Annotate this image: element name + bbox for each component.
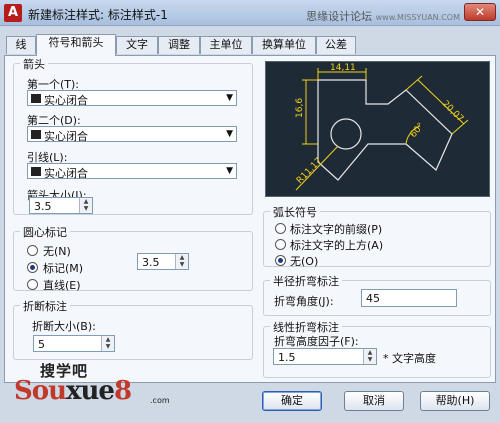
stepper-up-icon[interactable]: ▲ — [176, 254, 188, 261]
stepper-down-icon[interactable]: ▼ — [102, 343, 114, 350]
dimension-break-title: 折断标注 — [20, 298, 70, 314]
first-arrow-dropdown[interactable]: 实心闭合 ▼ — [27, 90, 237, 107]
watermark-text: 思缘设计论坛 — [306, 10, 373, 23]
center-mark-size-value: 3.5 — [142, 256, 160, 269]
center-none-radio[interactable] — [27, 245, 38, 256]
center-mark-size-stepper[interactable]: 3.5 ▲ ▼ — [137, 253, 189, 270]
second-arrow-dropdown[interactable]: 实心闭合 ▼ — [27, 126, 237, 143]
preview-geometry — [317, 79, 453, 181]
dim-angle-text: 60° — [409, 121, 427, 140]
text-height-suffix: * 文字高度 — [383, 352, 436, 365]
arc-prefix-label[interactable]: 标注文字的前缀(P) — [290, 221, 382, 237]
souxue8-logo: 搜学吧 Souxue8 .com — [14, 360, 170, 415]
dim-top-text: 14,11 — [330, 63, 356, 73]
preview-dimensions — [295, 68, 469, 191]
logo-com-text: .com — [150, 396, 170, 405]
site-watermark: 思缘设计论坛 www.MISSYUAN.COM — [306, 8, 460, 24]
arrow-swatch-icon — [31, 94, 41, 103]
autocad-app-icon: A — [4, 4, 22, 22]
stepper-buttons[interactable]: ▲ ▼ — [363, 349, 376, 364]
stepper-down-icon[interactable]: ▼ — [364, 356, 376, 363]
part-outline — [317, 79, 453, 181]
stepper-down-icon[interactable]: ▼ — [176, 261, 188, 268]
chevron-down-icon: ▼ — [226, 93, 233, 103]
logo-part-8: 8 — [113, 376, 132, 406]
stepper-buttons[interactable]: ▲ ▼ — [101, 336, 114, 351]
arrowheads-title: 箭头 — [20, 56, 48, 72]
break-size-value: 5 — [38, 338, 45, 351]
stepper-up-icon[interactable]: ▲ — [102, 336, 114, 343]
watermark-url: www.MISSYUAN.COM — [375, 13, 460, 22]
logo-part-xue: xue — [66, 376, 115, 406]
arc-none-label[interactable]: 无(O) — [290, 253, 318, 269]
close-button[interactable]: ✕ — [464, 3, 496, 21]
leader-arrow-value: 实心闭合 — [44, 167, 88, 180]
center-marks-title: 圆心标记 — [20, 224, 70, 240]
tab-symbols-arrows[interactable]: 符号和箭头 — [36, 34, 116, 56]
part-hole — [330, 118, 362, 150]
arrow-size-value: 3.5 — [34, 200, 52, 213]
stepper-up-icon[interactable]: ▲ — [364, 349, 376, 356]
jog-height-factor-stepper[interactable]: 1.5 ▲ ▼ — [273, 348, 377, 365]
arrowheads-group: 箭头 第一个(T): 实心闭合 ▼ 第二个(D): 实心闭合 ▼ 引线(L): … — [13, 56, 253, 215]
second-arrow-value: 实心闭合 — [44, 130, 88, 143]
stepper-buttons[interactable]: ▲ ▼ — [175, 254, 188, 269]
cancel-button[interactable]: 取消 — [344, 391, 404, 411]
dimension-preview: 14,11 16,6 20,07 60° R11,17 — [265, 61, 490, 197]
arc-prefix-radio[interactable] — [275, 223, 286, 234]
arc-length-title: 弧长符号 — [270, 204, 320, 220]
window-title: 新建标注样式: 标注样式-1 — [28, 8, 168, 22]
tab-lines[interactable]: 线 — [6, 36, 36, 54]
leader-arrow-dropdown[interactable]: 实心闭合 ▼ — [27, 163, 237, 180]
radius-jog-title: 半径折弯标注 — [270, 273, 342, 289]
center-line-radio[interactable] — [27, 279, 38, 290]
break-size-label: 折断大小(B): — [32, 320, 96, 333]
preview-drawing: 14,11 16,6 20,07 60° R11,17 — [295, 63, 469, 191]
tab-fit[interactable]: 调整 — [158, 36, 200, 54]
center-mark-label[interactable]: 标记(M) — [43, 260, 83, 276]
logo-part-sou: Sou — [14, 376, 67, 406]
ok-button[interactable]: 确定 — [262, 391, 322, 411]
jog-angle-value: 45 — [366, 292, 380, 305]
dim-radius-text: R11,17 — [295, 156, 324, 186]
center-line-label[interactable]: 直线(E) — [43, 277, 81, 293]
chevron-down-icon: ▼ — [226, 129, 233, 139]
jog-height-factor-label: 折弯高度因子(F): — [274, 335, 359, 348]
stepper-down-icon[interactable]: ▼ — [80, 205, 92, 212]
tab-text[interactable]: 文字 — [116, 36, 158, 54]
tab-tolerances[interactable]: 公差 — [316, 36, 356, 54]
arrow-swatch-icon — [31, 167, 41, 176]
jog-height-factor-value: 1.5 — [278, 351, 296, 364]
dim-right-text: 20,07 — [440, 99, 465, 124]
arrow-swatch-icon — [31, 130, 41, 139]
help-button[interactable]: 帮助(H) — [420, 391, 490, 411]
break-size-stepper[interactable]: 5 ▲ ▼ — [33, 335, 115, 352]
tab-content-panel: 箭头 第一个(T): 实心闭合 ▼ 第二个(D): 实心闭合 ▼ 引线(L): … — [4, 55, 496, 383]
first-arrow-value: 实心闭合 — [44, 94, 88, 107]
tab-primary-units[interactable]: 主单位 — [200, 36, 252, 54]
stepper-buttons[interactable]: ▲ ▼ — [79, 198, 92, 213]
arc-above-label[interactable]: 标注文字的上方(A) — [290, 237, 383, 253]
chevron-down-icon: ▼ — [226, 166, 233, 176]
dim-left-text: 16,6 — [295, 98, 305, 118]
jog-angle-label: 折弯角度(J): — [274, 295, 334, 308]
tab-alternate-units[interactable]: 换算单位 — [252, 36, 316, 54]
arc-above-radio[interactable] — [275, 239, 286, 250]
jog-angle-input[interactable]: 45 — [361, 289, 457, 307]
title-bar: A 新建标注样式: 标注样式-1 思缘设计论坛 www.MISSYUAN.COM… — [0, 0, 500, 26]
arc-none-radio[interactable] — [275, 255, 286, 266]
center-mark-radio[interactable] — [27, 262, 38, 273]
arrow-size-stepper[interactable]: 3.5 ▲ ▼ — [29, 197, 93, 214]
stepper-up-icon[interactable]: ▲ — [80, 198, 92, 205]
logo-english-text: Souxue8 — [14, 376, 132, 406]
center-none-label[interactable]: 无(N) — [43, 243, 71, 259]
